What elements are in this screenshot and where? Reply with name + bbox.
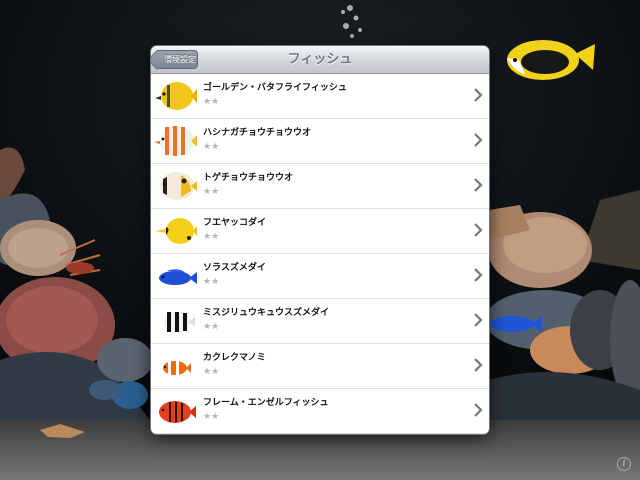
list-item[interactable]: カクレクマノミ ★★ — [151, 344, 489, 389]
info-icon[interactable]: i — [617, 457, 631, 471]
copperband-butterflyfish-icon — [154, 126, 197, 156]
list-item[interactable]: ミスジリュウキュウスズメダイ ★★ — [151, 299, 489, 344]
list-item[interactable]: トゲチョウチョウウオ ★★ — [151, 164, 489, 209]
humbug-damselfish-icon — [164, 312, 195, 332]
fish-list: ゴールデン・バタフライフィッシュ ★★ ハシナガチョウチョウウオ ★★ トゲチョ… — [151, 74, 489, 434]
longnose-butterflyfish-icon — [155, 218, 197, 244]
page-title: フィッシュ — [287, 52, 353, 67]
fish-name: ミスジリュウキュウスズメダイ — [203, 308, 330, 318]
fish-name: トゲチョウチョウウオ — [203, 173, 294, 183]
rating-stars: ★★ — [203, 232, 220, 242]
list-item[interactable]: ハシナガチョウチョウウオ ★★ — [151, 119, 489, 164]
rating-stars: ★★ — [203, 97, 220, 107]
list-item[interactable]: ソラスズメダイ ★★ — [151, 254, 489, 299]
chevron-right-icon — [474, 178, 483, 192]
golden-butterflyfish-icon — [155, 82, 197, 110]
list-item[interactable]: フレーム・エンゼルフィッシュ ★★ — [151, 389, 489, 434]
rating-stars: ★★ — [203, 142, 220, 152]
list-item[interactable]: ゴールデン・バタフライフィッシュ ★★ — [151, 74, 489, 119]
popover-navbar: 環境設定 フィッシュ — [151, 46, 489, 74]
chevron-right-icon — [474, 133, 483, 147]
fish-name: ゴールデン・バタフライフィッシュ — [203, 83, 347, 93]
fish-name: カクレクマノミ — [203, 353, 266, 363]
fish-name: フレーム・エンゼルフィッシュ — [203, 398, 329, 408]
rating-stars: ★★ — [203, 412, 220, 422]
rating-stars: ★★ — [203, 277, 220, 287]
chevron-right-icon — [474, 268, 483, 282]
flame-angelfish-icon — [159, 401, 196, 423]
right-reef — [485, 190, 640, 430]
fish-name: ソラスズメダイ — [203, 263, 266, 273]
threadfin-butterflyfish-icon — [160, 172, 197, 200]
chevron-right-icon — [474, 88, 483, 102]
chevron-right-icon — [474, 223, 483, 237]
fish-name: フエヤッコダイ — [203, 218, 267, 228]
clownfish-icon — [163, 361, 191, 375]
chevron-right-icon — [474, 313, 483, 327]
blue-damselfish-icon — [159, 269, 197, 285]
rating-stars: ★★ — [203, 187, 220, 197]
fish-popover: 環境設定 フィッシュ ゴールデン・バタフライフィッシュ ★★ ハシナガチョウチョ… — [151, 46, 489, 434]
rating-stars: ★★ — [203, 367, 220, 377]
rating-stars: ★★ — [203, 322, 220, 332]
fish-name: ハシナガチョウチョウウオ — [203, 128, 312, 138]
list-item[interactable]: フエヤッコダイ ★★ — [151, 209, 489, 254]
chevron-right-icon — [474, 358, 483, 372]
chevron-right-icon — [474, 403, 483, 417]
